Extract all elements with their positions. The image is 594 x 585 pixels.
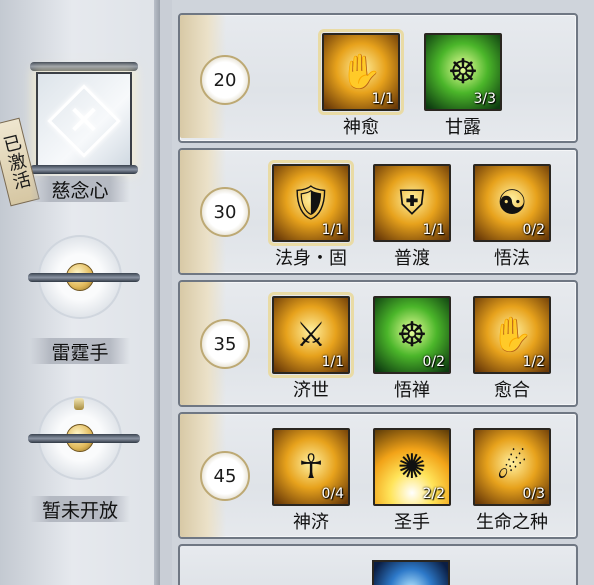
skill-icon-yuhe[interactable]: ✋ 1/2 <box>473 296 551 374</box>
crossed-blades-icon: ✕ <box>67 98 101 144</box>
skill-points: 1/1 <box>321 222 344 238</box>
tier-row: 35 ⚔ 1/1 济世 ☸ 0/2 悟禅 ✋ 1/2 愈合 <box>178 280 578 407</box>
scroll-rod <box>28 273 140 282</box>
scroll-rod <box>30 165 138 174</box>
talent-branch-panel: ✕ 已激活 慈念心 雷霆手 暂未开放 <box>0 0 160 585</box>
skill-icon-fashengu[interactable]: 🛡 1/1 <box>268 160 354 246</box>
skill-icon-shenji[interactable]: ☥ 0/4 <box>272 428 350 506</box>
tier-row: 30 🛡 1/1 法身・固 ⛨ 1/1 普渡 ☯ 0/2 悟法 <box>178 148 578 275</box>
skill-name: 悟法 <box>494 248 530 269</box>
skill-name: 生命之种 <box>476 512 548 533</box>
skill-icon-wufa[interactable]: ☯ 0/2 <box>473 164 551 242</box>
skill-points: 1/1 <box>371 91 394 107</box>
level-badge: 20 <box>200 55 250 105</box>
skill-points: 2/2 <box>422 486 445 502</box>
tier-row: 20 ✋ 1/1 神愈 ☸ 3/3 甘露 <box>178 13 578 143</box>
skill-name: 悟禅 <box>394 380 430 401</box>
tier-row: 45 ☥ 0/4 神济 ✺ 2/2 圣手 ☄ 0/3 生命之种 <box>178 412 578 539</box>
skill-points: 0/4 <box>321 486 344 502</box>
skill-points: 3/3 <box>473 91 496 107</box>
skill-name: 普渡 <box>394 248 430 269</box>
skill-icon-jishi[interactable]: ⚔ 1/1 <box>268 292 354 378</box>
skill-points: 0/2 <box>522 222 545 238</box>
skill-points: 1/2 <box>522 354 545 370</box>
level-badge: 45 <box>200 451 250 501</box>
skill-name: 愈合 <box>494 380 530 401</box>
rod-knob <box>74 398 84 410</box>
skill-icon-wuchan[interactable]: ☸ 0/2 <box>373 296 451 374</box>
skill-name: 神愈 <box>343 117 379 138</box>
skill-name: 甘露 <box>445 117 481 138</box>
scroll-rod <box>28 434 140 443</box>
talent-node-active[interactable]: ✕ <box>36 72 132 170</box>
tier-row-partial <box>178 544 578 585</box>
skill-icon-ganlu[interactable]: ☸ 3/3 <box>424 33 502 111</box>
skill-icon-shengmingzhizhong[interactable]: ☄ 0/3 <box>473 428 551 506</box>
scroll-rod <box>30 62 138 71</box>
skill-icon-pudu[interactable]: ⛨ 1/1 <box>373 164 451 242</box>
level-badge: 30 <box>200 187 250 237</box>
skill-icon-partial[interactable] <box>372 560 450 585</box>
talent-node-label: 暂未开放 <box>30 496 130 522</box>
skill-icon-shenyu[interactable]: ✋ 1/1 <box>318 29 404 115</box>
skill-points: 0/2 <box>422 354 445 370</box>
panel-divider <box>160 0 172 585</box>
skill-name: 圣手 <box>394 512 430 533</box>
skill-name: 法身・固 <box>275 248 347 269</box>
skill-name: 济世 <box>293 380 329 401</box>
talent-node-label: 雷霆手 <box>30 338 130 364</box>
talent-node-label: 慈念心 <box>30 176 130 202</box>
skill-points: 0/3 <box>522 486 545 502</box>
skill-points: 1/1 <box>321 354 344 370</box>
skill-icon-shengshou[interactable]: ✺ 2/2 <box>373 428 451 506</box>
skill-name: 神济 <box>293 512 329 533</box>
level-badge: 35 <box>200 319 250 369</box>
skill-points: 1/1 <box>422 222 445 238</box>
